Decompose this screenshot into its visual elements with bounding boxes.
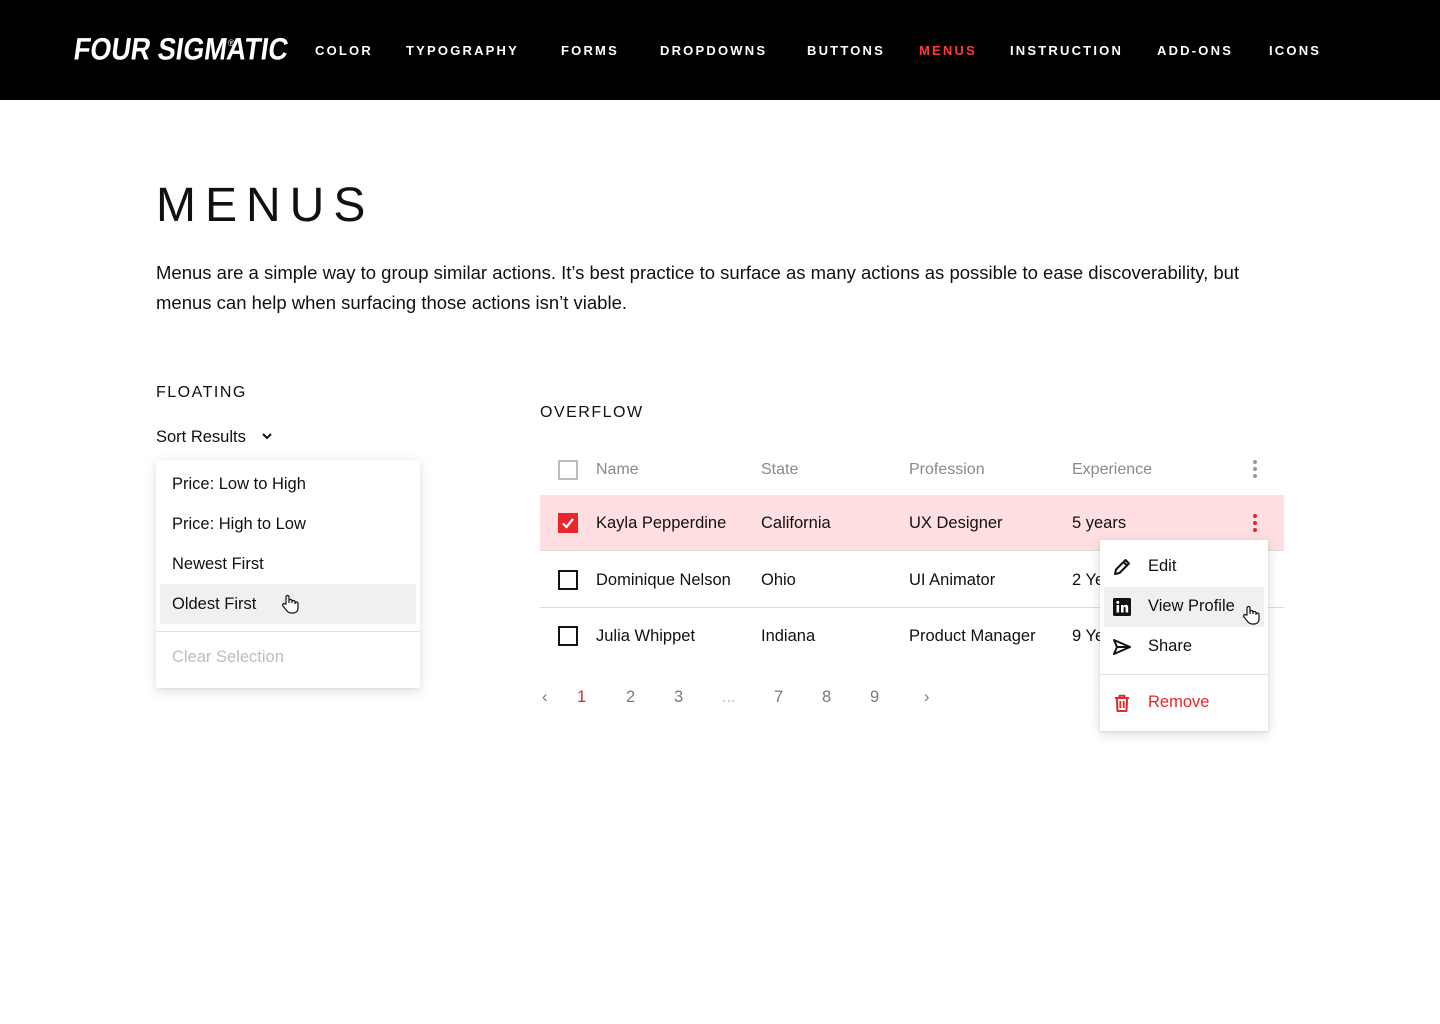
column-header-experience: Experience [1072, 461, 1153, 478]
page-intro: Menus are a simple way to group similar … [156, 262, 1240, 313]
nav-icons[interactable]: ICONS [1269, 43, 1321, 58]
nav-add-ons[interactable]: ADD-ONS [1157, 43, 1233, 58]
menu-item-remove[interactable]: Remove [1104, 683, 1264, 723]
menu-item-label: Share [1148, 637, 1193, 655]
nav-buttons[interactable]: BUTTONS [807, 43, 885, 58]
pagination-next[interactable]: › [924, 688, 930, 707]
sort-option-price-high-low[interactable]: Price: High to Low [160, 504, 416, 544]
pencil-icon [1112, 557, 1132, 577]
row-checkbox[interactable] [558, 570, 578, 590]
linkedin-icon [1112, 597, 1132, 617]
cell-experience: 5 years [1072, 514, 1127, 532]
nav-forms[interactable]: FORMS [561, 43, 619, 58]
cell-state: Ohio [761, 571, 796, 589]
row-checkbox-checked[interactable] [558, 513, 578, 533]
table-header-row: Name State Profession Experience [540, 444, 1284, 496]
sort-results-dropdown[interactable]: Sort Results [156, 426, 273, 447]
checkmark-icon [562, 518, 574, 529]
sort-results-label: Sort Results [156, 428, 246, 446]
menu-divider [1100, 674, 1268, 675]
cell-state: Indiana [761, 627, 816, 645]
nav-menus[interactable]: MENUS [919, 43, 977, 58]
registered-mark: ® [228, 38, 235, 48]
pagination-page-9[interactable]: 9 [870, 688, 879, 707]
nav-instruction[interactable]: INSTRUCTION [1010, 43, 1123, 58]
row-actions-menu: Edit View Profile Share Remove [1100, 540, 1268, 731]
pagination-ellipsis: ... [722, 688, 736, 706]
menu-divider [156, 631, 420, 632]
cell-profession: Product Manager [909, 627, 1036, 645]
header-more-icon[interactable] [1252, 460, 1258, 480]
cell-name: Dominique Nelson [596, 571, 731, 589]
cell-state: California [761, 514, 831, 532]
cell-name: Kayla Pepperdine [596, 514, 727, 532]
column-header-profession: Profession [909, 461, 985, 478]
menu-item-label: Remove [1148, 693, 1210, 711]
pagination-page-3[interactable]: 3 [674, 688, 683, 707]
pagination-page-8[interactable]: 8 [822, 688, 831, 707]
sort-options-menu: Price: Low to High Price: High to Low Ne… [156, 460, 420, 688]
logo-wordmark: FOUR SIGMATIC [71, 31, 291, 67]
menu-item-edit[interactable]: Edit [1104, 547, 1264, 587]
hand-cursor-icon [281, 594, 299, 619]
page-title: MENUS [156, 179, 375, 232]
cell-name: Julia Whippet [596, 627, 696, 645]
pagination-page-2[interactable]: 2 [626, 688, 635, 707]
top-navigation-bar: FOUR SIGMATIC ® COLOR TYPOGRAPHY FORMS D… [0, 0, 1440, 100]
trash-icon [1112, 693, 1132, 713]
send-icon [1112, 637, 1132, 657]
row-checkbox[interactable] [558, 626, 578, 646]
sort-option-newest-first[interactable]: Newest First [160, 544, 416, 584]
column-header-state: State [761, 461, 799, 478]
floating-section-label: FLOATING [156, 384, 247, 401]
pagination-page-1[interactable]: 1 [577, 688, 586, 707]
nav-typography[interactable]: TYPOGRAPHY [406, 43, 519, 58]
pagination-prev[interactable]: ‹ [542, 688, 548, 707]
select-all-checkbox[interactable] [558, 460, 578, 480]
menu-item-view-profile[interactable]: View Profile [1104, 587, 1264, 627]
menu-item-label: View Profile [1148, 597, 1235, 615]
menu-item-share[interactable]: Share [1104, 627, 1264, 667]
cell-profession: UI Animator [909, 571, 996, 589]
nav-dropdowns[interactable]: DROPDOWNS [660, 43, 767, 58]
menu-item-label: Edit [1148, 557, 1177, 575]
hand-cursor-icon [1242, 605, 1260, 630]
clear-selection-option[interactable]: Clear Selection [172, 648, 284, 667]
cell-profession: UX Designer [909, 514, 1003, 532]
overflow-section-label: OVERFLOW [540, 404, 644, 421]
pagination-page-7[interactable]: 7 [774, 688, 783, 707]
column-header-name: Name [596, 461, 639, 478]
nav-color[interactable]: COLOR [315, 43, 373, 58]
sort-option-price-low-high[interactable]: Price: Low to High [160, 464, 416, 504]
row-more-icon[interactable] [1252, 514, 1258, 534]
chevron-down-icon [262, 426, 273, 445]
four-sigmatic-logo[interactable]: FOUR SIGMATIC ® [72, 30, 291, 72]
